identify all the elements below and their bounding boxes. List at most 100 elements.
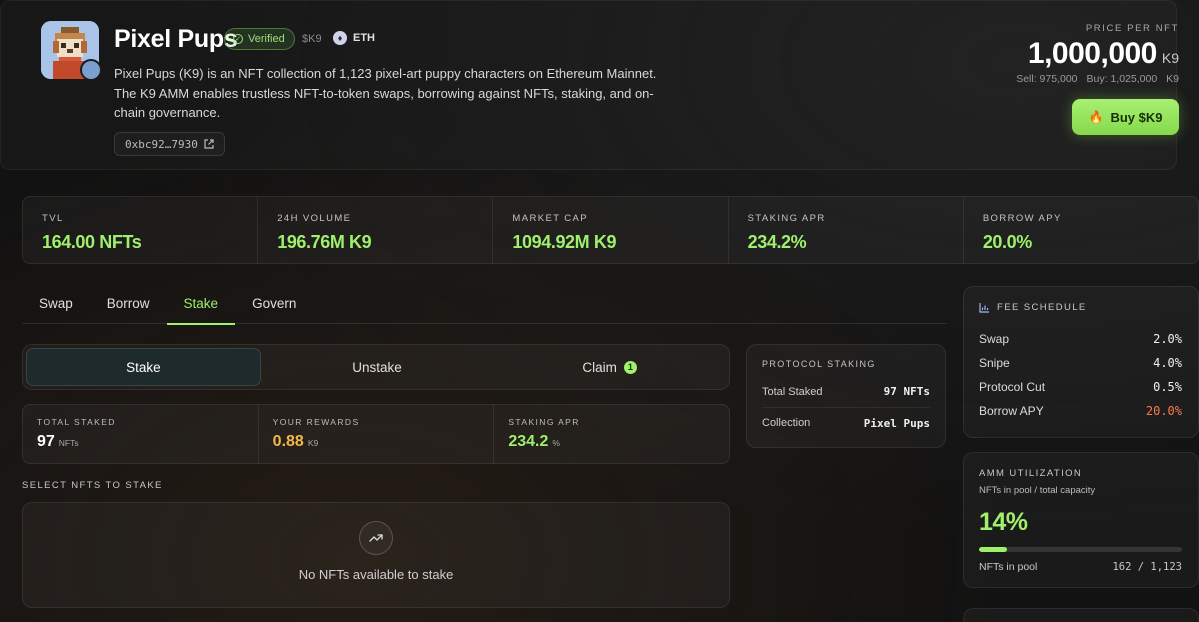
action-tabs: Swap Borrow Stake Govern	[22, 282, 947, 325]
stake-mode-switch: Stake Unstake Claim 1	[22, 344, 730, 390]
stat-value: 196.76M K9	[277, 232, 372, 252]
mini-stat-value: 234.2	[508, 433, 549, 450]
unstake-mode-label: Unstake	[352, 359, 402, 375]
ethereum-icon: ♦	[333, 31, 347, 45]
contract-address: 0xbc92…7930	[125, 137, 198, 151]
fee-row: Snipe 4.0%	[979, 351, 1182, 375]
select-nfts-heading: SELECT NFTS TO STAKE	[22, 480, 163, 491]
stat-label: STAKING APR	[747, 213, 826, 224]
amm-progress-fill	[979, 547, 1008, 552]
price-unit: K9	[1161, 50, 1179, 66]
your-rewards-stat: YOUR REWARDS 0.88 K9	[259, 405, 495, 463]
stat-market-cap: MARKET CAP 1094.92M K9	[493, 197, 729, 263]
chain-badge: ♦ ETH	[333, 31, 375, 45]
collection-title: Pixel Pups	[114, 25, 238, 53]
stat-label: TVL	[42, 213, 64, 224]
verified-label: Verified	[248, 33, 285, 45]
mini-stat-label: YOUR REWARDS	[272, 417, 360, 427]
stat-label: MARKET CAP	[512, 213, 588, 224]
price-label: PRICE PER NFT	[1085, 23, 1179, 34]
next-card-peek	[963, 608, 1199, 622]
trending-up-icon	[359, 520, 393, 555]
mini-stat-unit: K9	[307, 438, 319, 448]
collection-description: Pixel Pups (K9) is an NFT collection of …	[114, 66, 657, 120]
market-stats-bar: TVL 164.00 NFTs 24H VOLUME 196.76M K9 MA…	[22, 196, 1199, 264]
protocol-staking-card: PROTOCOL STAKING Total Staked 97 NFTs Co…	[746, 344, 946, 448]
amm-subtitle: NFTs in pool / total capacity	[979, 485, 1096, 496]
empty-state-text: No NFTs available to stake	[298, 566, 454, 582]
claim-count-badge: 1	[623, 360, 637, 374]
stat-label: BORROW APY	[982, 213, 1062, 224]
buy-button-label: Buy $K9	[1110, 109, 1163, 125]
amm-title: AMM UTILIZATION	[979, 468, 1083, 479]
mini-stat-unit: %	[552, 438, 560, 448]
fee-value: 20.0%	[1145, 404, 1182, 418]
protocol-row-label: Collection	[762, 417, 811, 429]
fee-row: Swap 2.0%	[979, 327, 1182, 351]
stat-value: 20.0%	[982, 232, 1032, 252]
protocol-staking-title: PROTOCOL STAKING	[762, 359, 876, 369]
fee-value: 4.0%	[1153, 356, 1182, 370]
avatar-mini-badge	[80, 59, 102, 81]
stat-value: 1094.92M K9	[512, 232, 617, 252]
mini-stat-label: TOTAL STAKED	[37, 417, 116, 427]
verified-badge: ✓ Verified	[224, 28, 295, 50]
fee-value: 0.5%	[1153, 380, 1182, 394]
claim-mode-label: Claim	[582, 359, 617, 375]
stat-label: 24H VOLUME	[277, 213, 352, 224]
stat-value: 164.00 NFTs	[42, 232, 142, 252]
protocol-row-label: Total Staked	[762, 385, 823, 398]
fee-label: Swap	[979, 332, 1010, 346]
fee-label: Snipe	[979, 356, 1010, 370]
stake-mode-button[interactable]: Stake	[26, 348, 261, 386]
mini-stat-label: STAKING APR	[508, 417, 580, 427]
total-staked-stat: TOTAL STAKED 97 NFTs	[23, 405, 259, 463]
fee-label: Borrow APY	[979, 404, 1044, 418]
nft-selection-empty-state: No NFTs available to stake	[22, 502, 730, 608]
bar-chart-icon	[979, 303, 989, 313]
buy-price: Buy: 1,025,000	[1086, 73, 1158, 85]
staking-apr-stat: STAKING APR 234.2 %	[494, 405, 729, 463]
tab-stake[interactable]: Stake	[166, 282, 236, 325]
contract-address-link[interactable]: 0xbc92…7930	[114, 132, 225, 156]
stat-volume: 24H VOLUME 196.76M K9	[258, 197, 494, 263]
mini-stat-unit: NFTs	[58, 438, 79, 448]
fee-schedule-card: FEE SCHEDULE Swap 2.0% Snipe 4.0% Protoc…	[963, 286, 1199, 438]
protocol-row-value: 97 NFTs	[883, 385, 930, 398]
unstake-mode-button[interactable]: Unstake	[261, 348, 494, 386]
protocol-row: Total Staked 97 NFTs	[762, 376, 930, 407]
amm-progress-bar	[979, 547, 1182, 552]
amm-utilization-card: AMM UTILIZATION NFTs in pool / total cap…	[963, 452, 1199, 588]
protocol-row-value: Pixel Pups	[863, 416, 930, 430]
stat-value: 234.2%	[747, 232, 807, 252]
ticker-label: $K9	[302, 33, 322, 45]
tab-borrow[interactable]: Borrow	[90, 282, 167, 324]
amm-foot-label: NFTs in pool	[979, 561, 1038, 573]
fee-row: Protocol Cut 0.5%	[979, 375, 1182, 399]
stake-mode-label: Stake	[126, 359, 161, 375]
amm-foot-value: 162 / 1,123	[1112, 561, 1182, 573]
price-value: 1,000,000	[1027, 37, 1157, 70]
fee-label: Protocol Cut	[979, 380, 1046, 394]
buy-button[interactable]: 🔥 Buy $K9	[1072, 99, 1179, 135]
tab-govern[interactable]: Govern	[235, 282, 313, 324]
check-circle-icon: ✓	[233, 34, 243, 44]
external-link-icon	[204, 139, 214, 149]
price-spread: Sell: 975,000 Buy: 1,025,000 K9	[1016, 73, 1179, 85]
sell-price: Sell: 975,000	[1016, 73, 1078, 85]
claim-mode-button[interactable]: Claim 1	[493, 348, 726, 386]
mini-stat-value: 0.88	[272, 433, 304, 450]
stat-tvl: TVL 164.00 NFTs	[23, 197, 259, 263]
tab-swap[interactable]: Swap	[22, 282, 90, 324]
amm-footer: NFTs in pool 162 / 1,123	[979, 561, 1182, 573]
fee-value: 2.0%	[1153, 332, 1182, 346]
chain-label: ETH	[353, 32, 375, 44]
fire-icon: 🔥	[1088, 110, 1104, 124]
staking-summary: TOTAL STAKED 97 NFTs YOUR REWARDS 0.88 K…	[22, 404, 730, 464]
stat-borrow-apy: BORROW APY 20.0%	[964, 197, 1198, 263]
fee-row: Borrow APY 20.0%	[979, 399, 1182, 423]
fee-schedule-title: FEE SCHEDULE	[997, 302, 1087, 313]
protocol-row: Collection Pixel Pups	[762, 407, 930, 438]
stat-staking-apr: STAKING APR 234.2%	[729, 197, 964, 263]
price-display: 1,000,000 K9	[1028, 37, 1179, 71]
